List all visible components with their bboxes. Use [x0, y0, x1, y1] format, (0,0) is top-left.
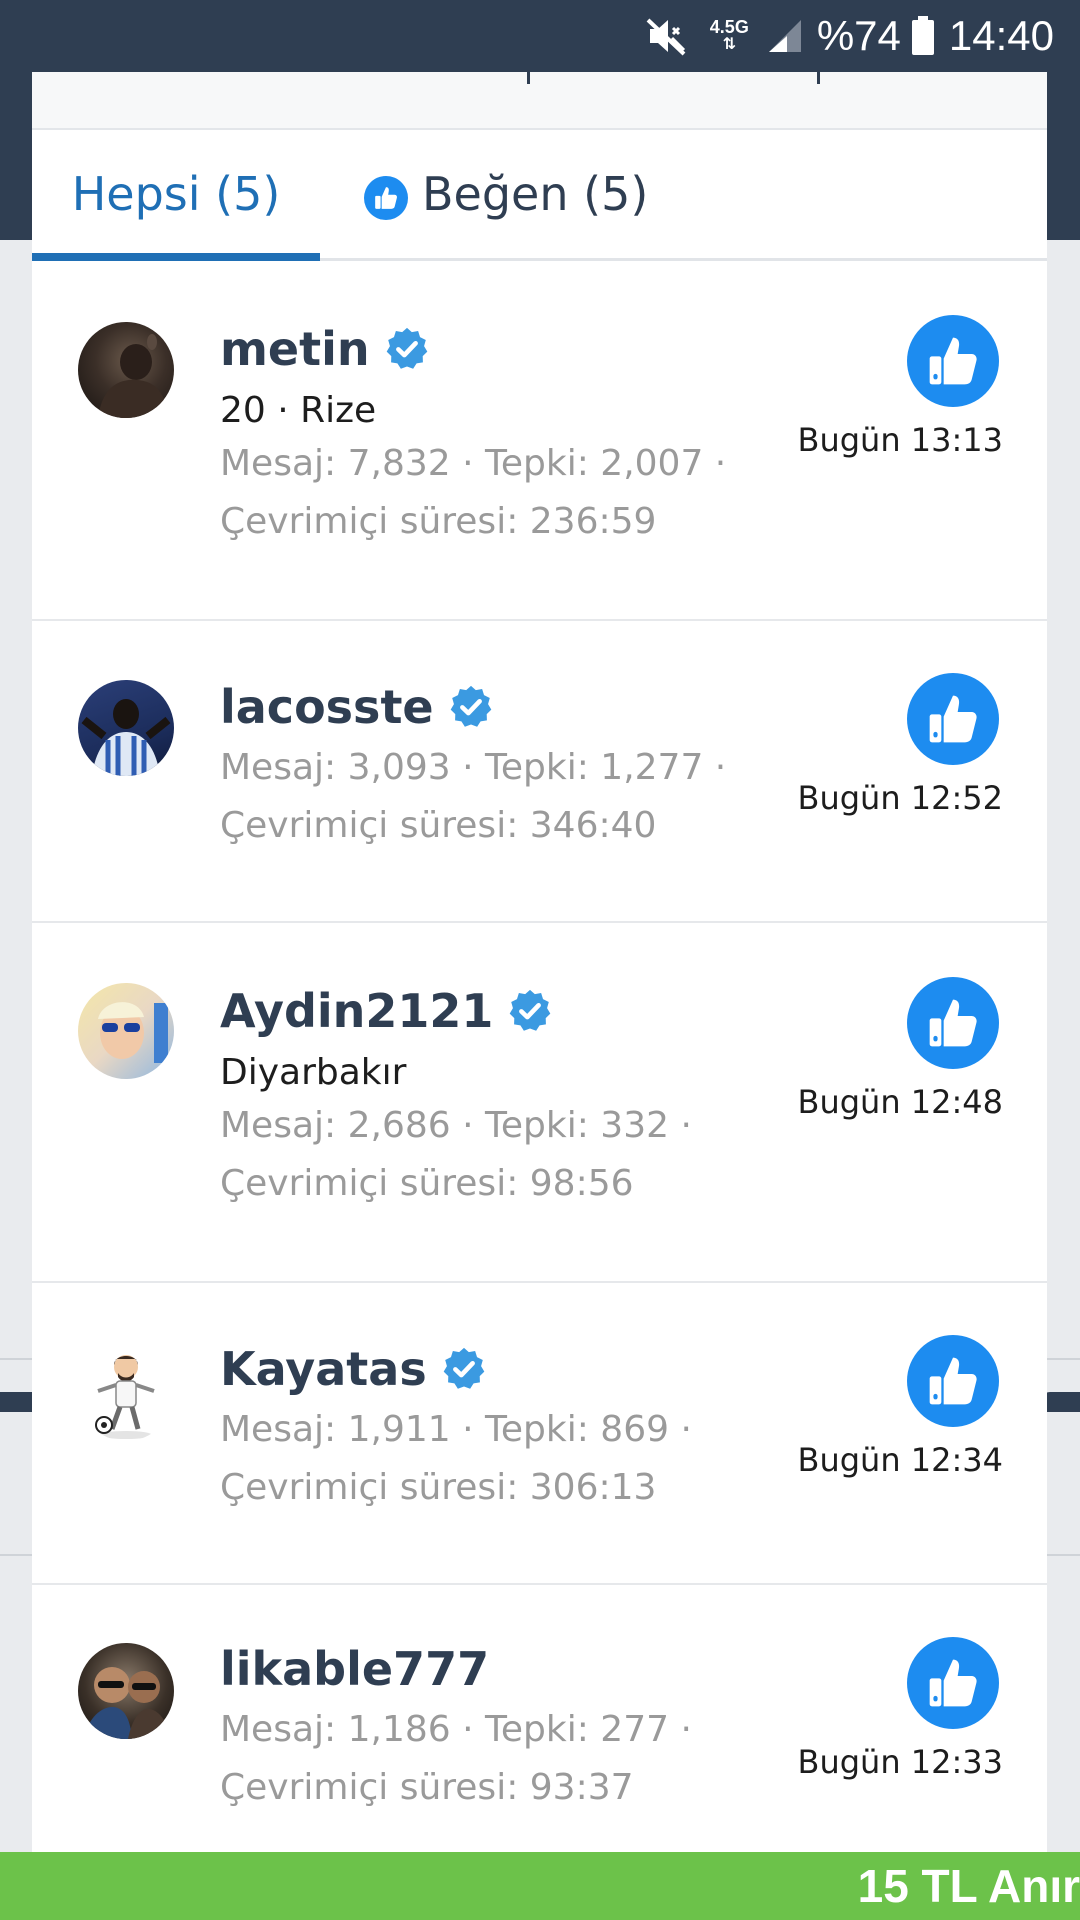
verified-icon [441, 1346, 487, 1392]
reaction-row[interactable]: Aydin2121 Diyarbakır Mesaj: 2,686 · Tepk… [32, 923, 1047, 1283]
username[interactable]: Aydin2121 [220, 983, 692, 1039]
reaction-tabs: Hepsi (5) Beğen (5) [32, 130, 1047, 261]
modal-header [32, 72, 1047, 130]
reaction-row[interactable]: lacosste Mesaj: 3,093 · Tepki: 1,277 · Ç… [32, 621, 1047, 923]
tab-like-label: Beğen (5) [422, 167, 649, 221]
user-location: 20 · Rize [220, 390, 377, 431]
reaction-row[interactable]: likable777 Mesaj: 1,186 · Tepki: 277 · Ç… [32, 1585, 1047, 1852]
promo-banner-text: 15 TL Anır [857, 1860, 1080, 1912]
reaction-time: Bugün 13:13 [797, 421, 1004, 459]
reaction-time: Bugün 12:48 [797, 1083, 1004, 1121]
promo-banner[interactable]: 15 TL Anır [0, 1852, 1080, 1920]
online-time: Çevrimiçi süresi: 93:37 [220, 1767, 634, 1808]
like-icon [907, 673, 999, 765]
avatar[interactable] [78, 983, 174, 1079]
online-time: Çevrimiçi süresi: 98:56 [220, 1163, 634, 1204]
clock: 14:40 [948, 12, 1054, 59]
status-bar: 4.5G ⇅ %74 14:40 [0, 0, 1080, 72]
like-icon [907, 315, 999, 407]
user-location: Diyarbakır [220, 1052, 407, 1093]
online-time: Çevrimiçi süresi: 236:59 [220, 501, 657, 542]
like-icon [907, 1335, 999, 1427]
online-time: Çevrimiçi süresi: 346:40 [220, 805, 657, 846]
reaction-time: Bugün 12:33 [797, 1743, 1004, 1781]
like-icon [364, 176, 408, 220]
verified-icon [507, 988, 553, 1034]
like-icon [907, 977, 999, 1069]
avatar[interactable] [78, 322, 174, 418]
background-panel [0, 1392, 34, 1412]
user-stats: Mesaj: 7,832 · Tepki: 2,007 · [220, 443, 727, 484]
avatar[interactable] [78, 680, 174, 776]
reaction-row[interactable]: metin 20 · Rize Mesaj: 7,832 · Tepki: 2,… [32, 261, 1047, 621]
username[interactable]: lacosste [220, 679, 726, 735]
username[interactable]: Kayatas [220, 1341, 692, 1397]
reaction-time: Bugün 12:34 [797, 1441, 1004, 1479]
reaction-time: Bugün 12:52 [797, 779, 1004, 817]
reactions-modal: Hepsi (5) Beğen (5) metin 20 · Rize Mesa… [32, 72, 1047, 1852]
avatar[interactable] [78, 1643, 174, 1739]
reaction-row[interactable]: Kayatas Mesaj: 1,911 · Tepki: 869 · Çevr… [32, 1283, 1047, 1585]
signal-icon [767, 18, 803, 54]
like-icon [907, 1637, 999, 1729]
tab-all[interactable]: Hepsi (5) [32, 130, 320, 261]
user-stats: Mesaj: 1,911 · Tepki: 869 · [220, 1409, 692, 1450]
avatar[interactable] [78, 1345, 174, 1441]
user-stats: Mesaj: 3,093 · Tepki: 1,277 · [220, 747, 727, 788]
verified-icon [384, 326, 430, 372]
mute-icon [646, 16, 688, 56]
online-time: Çevrimiçi süresi: 306:13 [220, 1467, 657, 1508]
username[interactable]: metin [220, 321, 726, 377]
verified-icon [448, 684, 494, 730]
battery-icon [911, 16, 935, 56]
tab-all-label: Hepsi (5) [71, 167, 281, 221]
tab-like[interactable]: Beğen (5) [320, 130, 648, 258]
user-stats: Mesaj: 2,686 · Tepki: 332 · [220, 1105, 692, 1146]
network-type: 4.5G ⇅ [709, 17, 749, 53]
username[interactable]: likable777 [220, 1641, 692, 1697]
battery-percent: %74 [816, 12, 901, 59]
user-stats: Mesaj: 1,186 · Tepki: 277 · [220, 1709, 692, 1750]
